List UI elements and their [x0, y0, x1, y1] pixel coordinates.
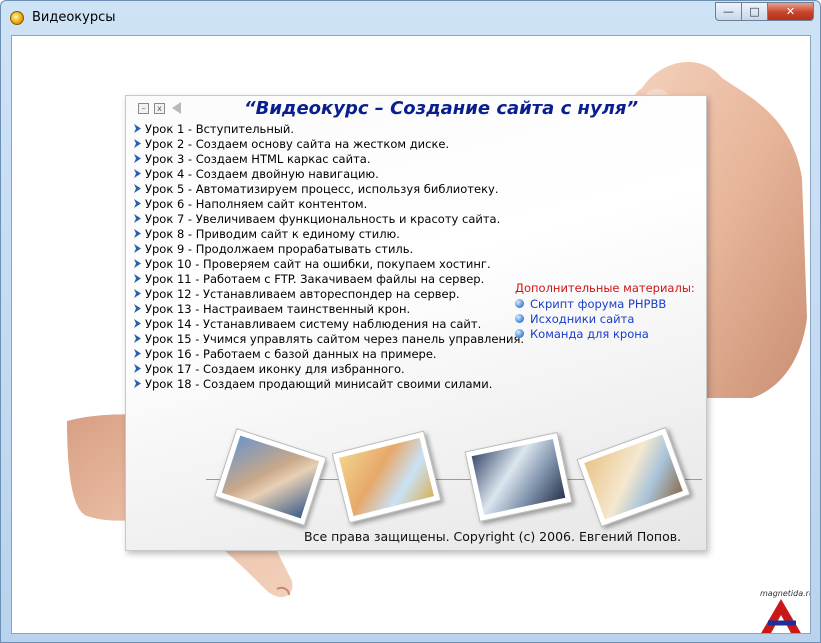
speaker-icon[interactable] [172, 102, 181, 114]
arrow-bullet-icon [134, 319, 141, 328]
arrow-bullet-icon [134, 334, 141, 343]
lesson-label: Урок 5 - Автоматизируем процесс, использ… [145, 181, 499, 196]
arrow-bullet-icon [134, 289, 141, 298]
lesson-item[interactable]: Урок 1 - Вступительный. [133, 121, 524, 136]
lesson-item[interactable]: Урок 5 - Автоматизируем процесс, использ… [133, 181, 524, 196]
photo-family-laptop [214, 428, 327, 526]
arrow-bullet-icon [134, 124, 141, 133]
card-close-icon: x [157, 103, 162, 113]
minimize-button[interactable]: — [715, 2, 742, 21]
course-title: “Видеокурс – Создание сайта с нуля” [244, 98, 639, 119]
arrow-bullet-icon [134, 259, 141, 268]
link-cron-command[interactable]: Команда для крона [515, 326, 695, 341]
lesson-label: Урок 4 - Создаем двойную навигацию. [145, 166, 379, 181]
lesson-label: Урок 9 - Продолжаем прорабатывать стиль. [145, 241, 414, 256]
arrow-bullet-icon [134, 304, 141, 313]
lesson-item[interactable]: Урок 8 - Приводим сайт к единому стилю. [133, 226, 524, 241]
lesson-item[interactable]: Урок 17 - Создаем иконку для избранного. [133, 361, 524, 376]
lesson-label: Урок 13 - Настраиваем таинственный крон. [145, 301, 411, 316]
arrow-bullet-icon [134, 214, 141, 223]
card-minimize-icon: – [141, 103, 146, 113]
arrow-bullet-icon [134, 364, 141, 373]
arrow-bullet-icon [134, 349, 141, 358]
extras-heading: Дополнительные материалы: [515, 281, 695, 295]
lesson-label: Урок 12 - Устанавливаем автореспондер на… [145, 286, 460, 301]
app-icon [10, 11, 24, 25]
arrow-bullet-icon [134, 244, 141, 253]
lesson-label: Урок 18 - Создаем продающий минисайт сво… [145, 376, 493, 391]
link-label: Скрипт форума PHPBB [530, 296, 667, 311]
lesson-label: Урок 11 - Работаем с FTP. Закачиваем фай… [145, 271, 485, 286]
bullet-icon [515, 329, 524, 338]
lesson-label: Урок 8 - Приводим сайт к единому стилю. [145, 226, 400, 241]
lesson-label: Урок 6 - Наполняем сайт контентом. [145, 196, 368, 211]
client-area: – x “Видеокурс – Создание сайта с нуля” … [11, 35, 811, 634]
arrow-bullet-icon [134, 379, 141, 388]
maximize-button[interactable]: □ [742, 2, 768, 21]
arrow-bullet-icon [134, 274, 141, 283]
lesson-item[interactable]: Урок 2 - Создаем основу сайта на жестком… [133, 136, 524, 151]
lesson-label: Урок 17 - Создаем иконку для избранного. [145, 361, 405, 376]
lesson-item[interactable]: Урок 13 - Настраиваем таинственный крон. [133, 301, 524, 316]
lesson-label: Урок 1 - Вступительный. [145, 121, 295, 136]
window-controls: — □ ✕ [715, 2, 814, 22]
bullet-icon [515, 299, 524, 308]
maximize-icon: □ [749, 5, 760, 18]
window-title: Видеокурсы [32, 10, 116, 25]
link-label: Команда для крона [530, 326, 649, 341]
lesson-label: Урок 14 - Устанавливаем систему наблюден… [145, 316, 482, 331]
arrow-bullet-icon [134, 184, 141, 193]
course-card: – x “Видеокурс – Создание сайта с нуля” … [125, 95, 707, 551]
card-close-button[interactable]: x [154, 102, 165, 114]
minimize-icon: — [723, 5, 734, 18]
arrow-bullet-icon [134, 169, 141, 178]
photo-girls-laptop [331, 430, 442, 524]
lesson-item[interactable]: Урок 12 - Устанавливаем автореспондер на… [133, 286, 524, 301]
copyright-text: Все права защищены. Copyright (c) 2006. … [304, 529, 682, 544]
bullet-icon [515, 314, 524, 323]
arrow-bullet-icon [134, 199, 141, 208]
watermark-logo: magnetida.ru [752, 589, 810, 633]
lesson-item[interactable]: Урок 18 - Создаем продающий минисайт сво… [133, 376, 524, 391]
link-label: Исходники сайта [530, 311, 635, 326]
lesson-item[interactable]: Урок 14 - Устанавливаем систему наблюден… [133, 316, 524, 331]
lesson-item[interactable]: Урок 16 - Работаем с базой данных на при… [133, 346, 524, 361]
photo-woman-reading [576, 426, 691, 528]
lesson-item[interactable]: Урок 4 - Создаем двойную навигацию. [133, 166, 524, 181]
lesson-label: Урок 10 - Проверяем сайт на ошибки, поку… [145, 256, 491, 271]
card-minimize-button[interactable]: – [138, 102, 149, 114]
arrow-bullet-icon [134, 139, 141, 148]
lesson-item[interactable]: Урок 6 - Наполняем сайт контентом. [133, 196, 524, 211]
lesson-list: Урок 1 - Вступительный. Урок 2 - Создаем … [133, 121, 524, 391]
link-site-sources[interactable]: Исходники сайта [515, 311, 695, 326]
close-icon: ✕ [785, 5, 796, 18]
lesson-label: Урок 15 - Учимся управлять сайтом через … [145, 331, 525, 346]
lesson-item[interactable]: Урок 15 - Учимся управлять сайтом через … [133, 331, 524, 346]
arrow-bullet-icon [134, 154, 141, 163]
extra-materials: Дополнительные материалы: Скрипт форума … [515, 281, 695, 341]
lesson-item[interactable]: Урок 10 - Проверяем сайт на ошибки, поку… [133, 256, 524, 271]
close-button[interactable]: ✕ [768, 2, 814, 21]
lesson-label: Урок 16 - Работаем с базой данных на при… [145, 346, 437, 361]
app-window: Видеокурсы — □ ✕ – x “Видеокурс – Создан… [0, 0, 821, 643]
title-bar[interactable]: Видеокурсы — □ ✕ [1, 1, 820, 35]
lesson-item[interactable]: Урок 11 - Работаем с FTP. Закачиваем фай… [133, 271, 524, 286]
lesson-label: Урок 2 - Создаем основу сайта на жестком… [145, 136, 450, 151]
lesson-item[interactable]: Урок 3 - Создаем HTML каркас сайта. [133, 151, 524, 166]
photo-office-meeting [464, 431, 573, 523]
lesson-item[interactable]: Урок 7 - Увеличиваем функциональность и … [133, 211, 524, 226]
card-controls: – x [138, 102, 181, 114]
link-phpbb-script[interactable]: Скрипт форума PHPBB [515, 296, 695, 311]
lesson-label: Урок 7 - Увеличиваем функциональность и … [145, 211, 501, 226]
lesson-item[interactable]: Урок 9 - Продолжаем прорабатывать стиль. [133, 241, 524, 256]
lesson-label: Урок 3 - Создаем HTML каркас сайта. [145, 151, 371, 166]
arrow-bullet-icon [134, 229, 141, 238]
